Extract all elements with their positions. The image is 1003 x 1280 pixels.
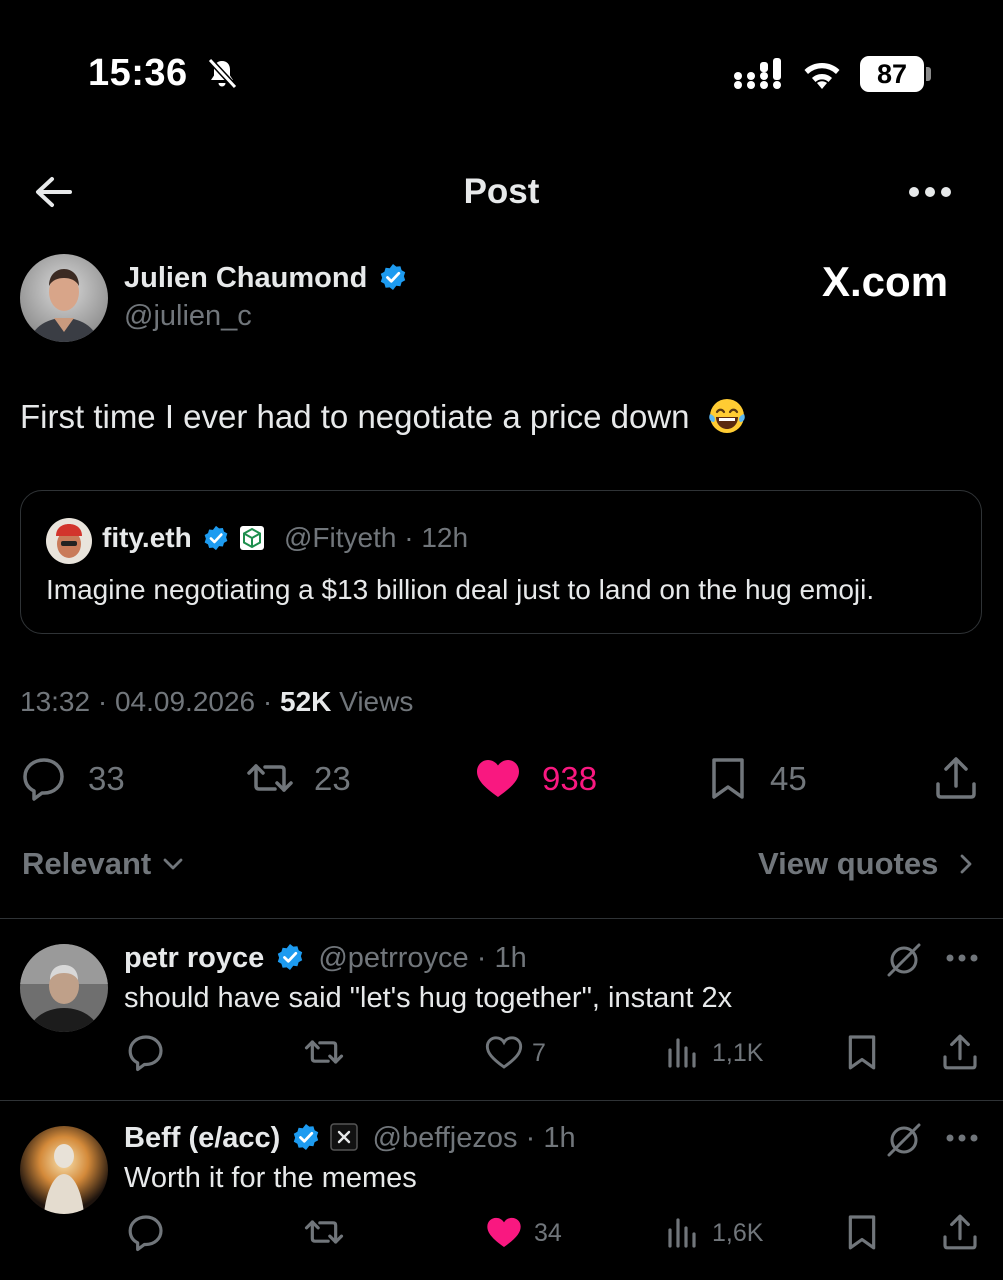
sort-dropdown[interactable]: Relevant [22,846,186,882]
laughing-tears-emoji-icon [708,399,745,433]
heart-outline-icon[interactable] [484,1032,524,1072]
bookmark-count: 45 [770,760,807,797]
post-text-row: First time I ever had to negotiate a pri… [20,396,747,436]
status-time: 15:36 [88,52,188,94]
signal-icon [734,58,781,89]
battery-nub [926,67,931,81]
meta-separator: · [262,686,273,717]
affiliate-badge-icon [330,1123,359,1151]
author-name: Julien Chaumond [124,262,368,294]
repost-count: 23 [314,760,351,797]
repost-icon[interactable] [246,754,294,802]
share-icon[interactable] [940,1212,980,1252]
reply-avatar[interactable] [20,944,108,1032]
reply-like-count: 34 [534,1219,562,1247]
bookmark-icon[interactable] [842,1212,882,1252]
reply-text: Worth it for the memes [124,1162,417,1194]
views-label: Views [339,686,414,717]
verified-badge-icon [294,1124,319,1150]
verified-badge-icon [205,525,228,551]
meta-separator: · [476,942,487,974]
reply-count: 33 [88,760,125,797]
battery-indicator: 87 [860,56,932,92]
reply-views-count: 1,6K [712,1219,764,1247]
view-quotes-link[interactable]: View quotes [758,846,979,882]
wifi-icon [804,63,840,89]
divider [0,918,1003,919]
views-chart-icon[interactable] [664,1212,704,1252]
bookmark-icon[interactable] [842,1032,882,1072]
quoted-author-handle: @Fityeth [284,522,397,553]
reply-icon[interactable] [126,1032,166,1072]
author-handle[interactable]: @julien_c [124,300,252,333]
view-quotes-label: View quotes [758,846,939,881]
more-options-icon[interactable] [904,174,956,210]
quoted-name-row[interactable]: fity.eth [102,522,265,554]
page-title: Post [463,172,540,211]
reply-icon[interactable] [20,754,68,802]
quoted-author-name: fity.eth [102,522,192,553]
reply-author-name: petr royce [124,942,265,974]
reply-views-count: 1,1K [712,1039,764,1067]
quoted-author-avatar[interactable] [46,518,92,564]
post-time: 13:32 [20,686,91,717]
reply-header-row[interactable]: petr royce @petrroyce · 1h [124,942,527,975]
quoted-post-text: Imagine negotiating a $13 billion deal j… [46,574,875,605]
post-text: First time I ever had to negotiate a pri… [20,398,690,435]
chevron-down-icon [163,858,183,870]
verified-badge-icon [381,264,406,290]
reply-avatar[interactable] [20,1126,108,1214]
quoted-post-card[interactable] [20,490,982,634]
reply-time: 1h [543,1122,576,1154]
reply-icon[interactable] [126,1212,166,1252]
repost-icon[interactable] [304,1032,344,1072]
battery-level: 87 [860,56,924,92]
reply-time: 1h [494,942,527,974]
share-icon[interactable] [940,1032,980,1072]
watermark: X.com [822,258,949,305]
meta-separator: · [404,522,414,553]
share-icon[interactable] [932,754,980,802]
meta-separator: · [97,686,108,717]
more-options-icon[interactable] [944,946,980,970]
quoted-meta-row: @Fityeth · 12h [284,522,468,554]
author-name-row[interactable]: Julien Chaumond [124,262,407,295]
reply-text: should have said "let's hug together", i… [124,982,733,1014]
quoted-post-time: 12h [421,522,469,553]
divider [0,1100,1003,1101]
grok-icon[interactable] [884,940,924,980]
verified-badge-icon [278,944,303,970]
sort-label: Relevant [22,846,152,881]
chevron-right-icon [960,854,972,874]
bookmark-icon[interactable] [704,754,752,802]
author-avatar[interactable] [20,254,108,342]
heart-filled-icon[interactable] [484,1212,524,1252]
grok-icon[interactable] [884,1120,924,1160]
reply-like-count: 7 [532,1039,546,1067]
affiliate-badge-icon [240,526,265,550]
bell-muted-icon [207,57,238,90]
post-meta-row: 13:32 · 04.09.2026 · 52K Views [20,686,413,718]
more-options-icon[interactable] [944,1126,980,1150]
heart-filled-icon[interactable] [474,754,522,802]
views-count: 52K [280,686,332,717]
reply-author-name: Beff (e/acc) [124,1122,281,1154]
reply-author-handle: @petrroyce [318,942,469,974]
views-chart-icon[interactable] [664,1032,704,1072]
meta-separator: · [525,1122,536,1154]
repost-icon[interactable] [304,1212,344,1252]
reply-author-handle: @beffjezos [372,1122,518,1154]
post-date: 04.09.2026 [114,686,256,717]
like-count: 938 [542,760,598,797]
reply-header-row[interactable]: Beff (e/acc) @beffjezos · 1h [124,1122,576,1155]
